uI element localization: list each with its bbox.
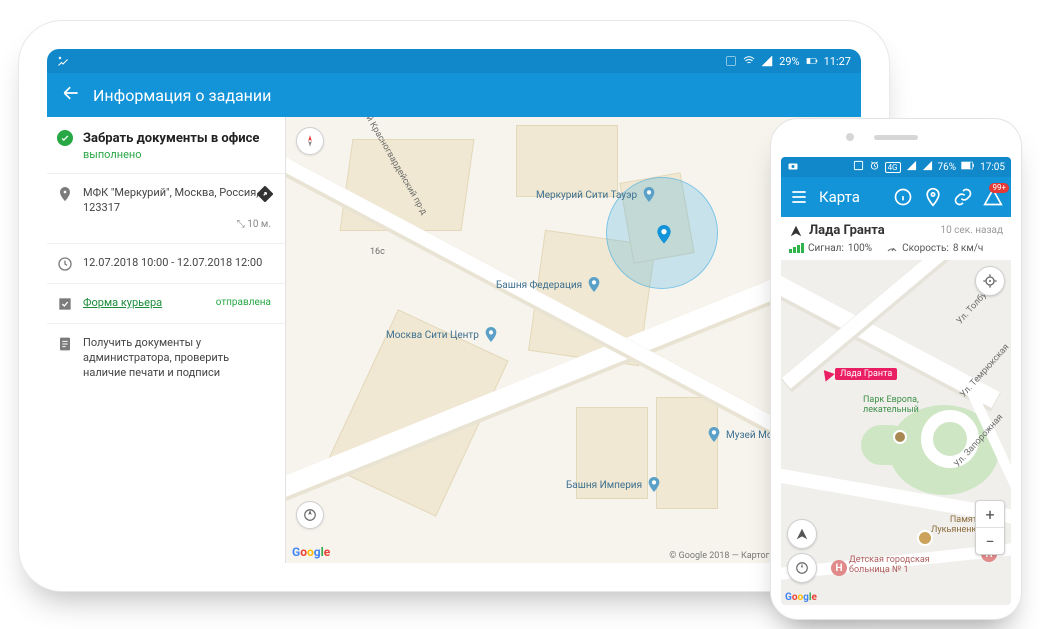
battery-icon [806,55,818,67]
signal-label: Сигнал: [808,243,844,254]
distance-text: ⤡ 10 м. [83,216,271,232]
note-icon [57,336,73,352]
info-button[interactable] [893,187,913,207]
signal-icon [906,160,917,174]
check-icon [57,130,73,146]
signal-value: 100% [848,243,872,254]
nav-arrow-icon [789,224,803,238]
phone-status-bar: 4G 76% 17:05 [781,157,1011,177]
compass-button[interactable] [787,553,817,583]
link-button[interactable] [953,187,973,207]
hospital-pin-1[interactable]: H [831,560,847,576]
park-label: Парк Европа,лекательный [863,396,919,416]
vehicle-marker[interactable]: Лада Гранта [821,368,897,380]
signal-bars-icon [789,243,804,253]
camera-status-icon [787,160,799,175]
wifi-icon [743,55,755,67]
phone-device: 4G 76% 17:05 Карта 99+ Лад [770,118,1022,620]
task-notes: Получить документы у администратора, про… [83,336,229,379]
menu-button[interactable] [789,187,809,207]
poi-empire[interactable]: Башня Империя [566,477,662,493]
hospital-label: Детская городскаябольница № 1 [849,556,930,576]
nfc-icon [725,55,737,67]
location-button[interactable] [923,187,943,207]
battery-text: 76% [938,162,957,173]
zoom-out-button[interactable]: − [976,528,1004,554]
layers-button[interactable] [296,501,324,529]
phone-header-title: Карта [819,188,883,206]
zoom-control: + − [975,500,1005,555]
phone-app-header: Карта 99+ [781,177,1011,217]
time-range: 12.07.2018 10:00 - 12.07.2018 12:00 [83,256,262,269]
lte-icon: 4G [885,162,901,173]
speedometer-icon [886,242,898,254]
front-camera [846,133,854,141]
signal-icon-2 [922,160,933,174]
back-button[interactable] [61,83,81,107]
alerts-badge: 99+ [989,183,1009,193]
phone-speaker [874,135,918,140]
address-text: МФК "Меркурий", Москва, Россия, 123317 [83,186,258,214]
speed-value: 8 км/ч [953,243,984,254]
task-row-address[interactable]: МФК "Меркурий", Москва, Россия, 123317 ⤡… [47,178,285,239]
header-title: Информация о задании [93,86,271,105]
compass-button[interactable] [296,127,324,155]
current-location-pin [656,225,672,249]
task-row-notes: Получить документы у администратора, про… [47,328,285,389]
task-row-time: 12.07.2018 10:00 - 12.07.2018 12:00 [47,248,285,279]
vehicle-info-card[interactable]: Лада Гранта 10 сек. назад Сигнал: 100% С… [781,217,1011,260]
battery-icon [961,160,975,174]
alerts-button[interactable]: 99+ [983,187,1003,207]
tablet-status-bar: 29% 11:27 [47,49,861,73]
app-header: Информация о задании [47,73,861,117]
zoom-in-button[interactable]: + [976,501,1004,528]
phone-map[interactable]: Лада Гранта Парк Европа,лекательный Ул. … [781,260,1011,605]
recenter-button[interactable] [787,519,817,549]
tablet-device: 29% 11:27 Информация о задании Забрать д… [18,20,890,592]
clock-time: 11:27 [824,55,851,68]
form-link[interactable]: Форма курьера [83,296,162,309]
signal-icon [761,55,773,67]
task-status: выполнено [47,148,285,169]
speed-label: Скорость: [902,243,949,254]
monument-pin[interactable] [917,530,933,546]
checkbox-icon [57,296,73,312]
battery-status: 29% [779,55,799,68]
alarm-icon [869,160,880,174]
vehicle-name: Лада Гранта [809,223,885,238]
my-location-button[interactable] [975,266,1005,296]
task-title: Забрать документы в офисе [47,127,285,148]
google-attribution: Google [785,592,817,603]
form-status: отправлена [216,296,271,310]
directions-icon[interactable] [257,186,273,202]
poi-mercury[interactable]: Меркурий Сити Тауэр [536,187,657,203]
clock-icon [57,256,73,272]
vehicle-arrow-icon [819,366,835,381]
clock-time: 17:05 [980,162,1005,173]
nfc-icon [853,160,864,174]
google-attribution: Google [292,545,330,559]
task-row-form[interactable]: Форма курьера отправлена [47,288,285,319]
poi-citycentre[interactable]: Москва Сити Центр [386,327,499,343]
location-icon [57,186,73,202]
park-poi-pin[interactable] [893,430,907,444]
vehicle-marker-label: Лада Гранта [835,368,897,380]
settings-icon [57,55,69,67]
last-seen: 10 сек. назад [940,225,1003,236]
task-panel: Забрать документы в офисе выполнено МФК … [47,117,286,563]
poi-federation[interactable]: Башня Федерация [496,277,602,293]
bldg-num: 16с [370,247,385,257]
